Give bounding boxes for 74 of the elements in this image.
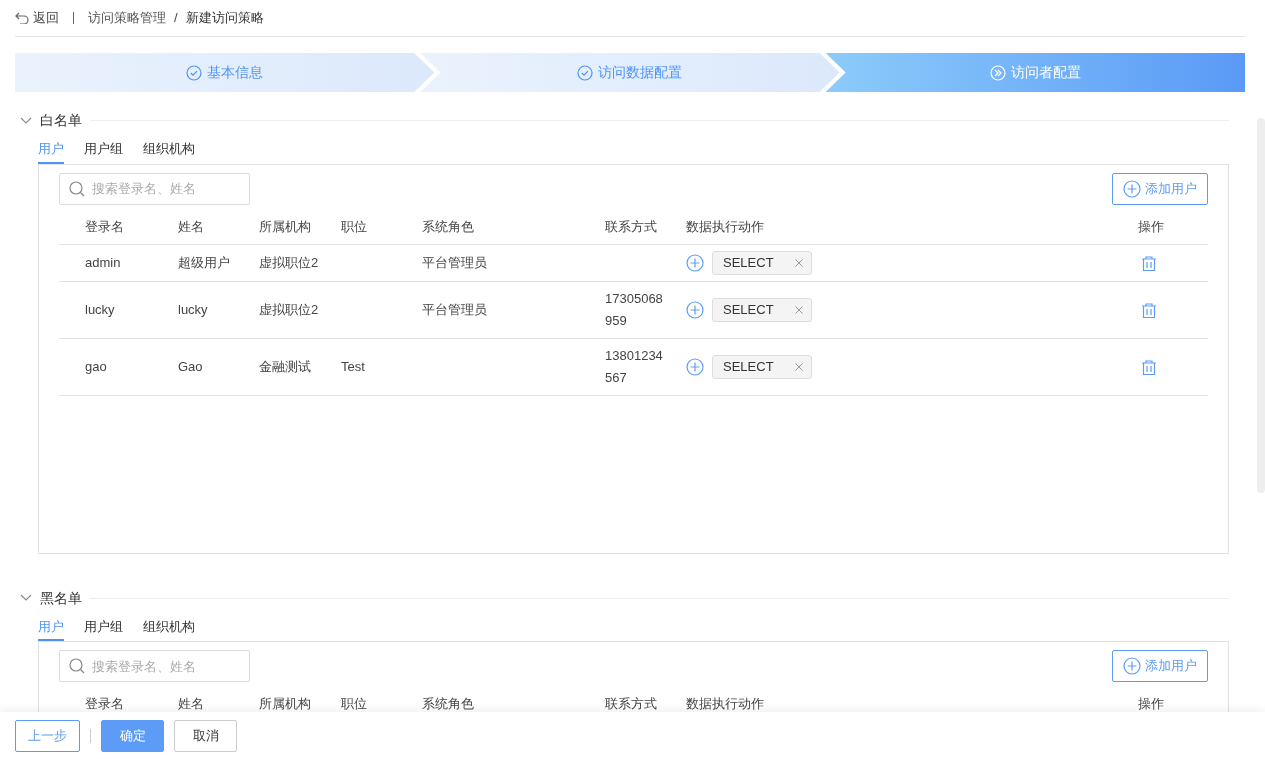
- plus-icon: [1123, 657, 1141, 675]
- step[interactable]: 访问数据配置: [420, 53, 840, 92]
- table-cell: lucky: [178, 302, 208, 317]
- check-icon: [186, 64, 203, 81]
- column-header: 姓名: [178, 696, 204, 711]
- back-link[interactable]: 返回: [15, 8, 59, 28]
- breadcrumb-item: 新建访问策略: [185, 9, 264, 28]
- tab[interactable]: 用户组: [84, 612, 123, 641]
- column-header: 联系方式: [605, 218, 657, 234]
- search-icon: [69, 658, 85, 674]
- column-header: 操作: [1138, 696, 1164, 711]
- column-header: 系统角色: [422, 218, 474, 234]
- tab[interactable]: 用户组: [84, 135, 123, 164]
- table-cell: 超级用户: [178, 255, 230, 270]
- breadcrumb-item[interactable]: 访问策略管理: [88, 8, 166, 28]
- column-header: 所属机构: [259, 696, 311, 711]
- trash-icon[interactable]: [1140, 301, 1158, 320]
- breadcrumb-separator: /: [174, 9, 178, 28]
- action-tag: SELECT: [712, 251, 812, 275]
- phone-number: 13801234567: [605, 347, 664, 387]
- double-chevron-icon: [989, 64, 1006, 81]
- close-icon[interactable]: [795, 259, 803, 267]
- column-header: 姓名: [178, 218, 204, 234]
- close-icon[interactable]: [795, 306, 803, 314]
- chevron-down-icon[interactable]: [20, 594, 32, 602]
- table-cell: gao: [85, 359, 107, 374]
- table-cell: Test: [341, 359, 365, 374]
- tab[interactable]: 组织机构: [143, 135, 195, 164]
- section-title: 白名单: [40, 111, 82, 130]
- action-tag: SELECT: [712, 298, 812, 322]
- column-header: 职位: [341, 696, 367, 711]
- add-action-icon[interactable]: [686, 301, 704, 319]
- column-header: 职位: [341, 218, 367, 234]
- column-header: 系统角色: [422, 696, 474, 711]
- footer-button[interactable]: 确定: [101, 719, 164, 752]
- action-tag: SELECT: [712, 355, 812, 379]
- add-user-button[interactable]: 添加用户: [1112, 172, 1208, 205]
- footer-button[interactable]: 取消: [174, 719, 237, 752]
- table-cell: admin: [85, 255, 121, 270]
- column-header: 联系方式: [605, 696, 657, 711]
- plus-icon: [1123, 179, 1141, 198]
- section-title: 黑名单: [40, 588, 82, 608]
- tab[interactable]: 用户: [38, 612, 64, 641]
- column-header: 所属机构: [259, 218, 311, 234]
- trash-icon[interactable]: [1140, 358, 1158, 377]
- table-cell: 金融测试: [259, 359, 311, 374]
- table-cell: 虚拟职位2: [259, 302, 319, 317]
- close-icon[interactable]: [795, 363, 803, 371]
- step[interactable]: 访问者配置: [825, 53, 1245, 92]
- add-user-button[interactable]: 添加用户: [1112, 650, 1208, 682]
- step[interactable]: 基本信息: [15, 53, 435, 92]
- column-header: 数据执行动作: [686, 696, 764, 711]
- trash-icon[interactable]: [1140, 254, 1158, 273]
- search-icon: [69, 180, 85, 197]
- search-field[interactable]: 搜索登录名、姓名: [59, 650, 250, 682]
- column-header: 操作: [1138, 218, 1164, 234]
- table-cell: 虚拟职位2: [259, 255, 319, 270]
- footer-button[interactable]: 上一步: [15, 719, 80, 752]
- tab[interactable]: 组织机构: [143, 612, 195, 641]
- table-cell: 平台管理员: [422, 255, 487, 270]
- table-cell: Gao: [178, 359, 203, 374]
- search-field[interactable]: 搜索登录名、姓名: [59, 172, 250, 205]
- phone-number: 17305068959: [605, 290, 664, 330]
- chevron-down-icon[interactable]: [20, 116, 32, 125]
- column-header: 登录名: [85, 218, 124, 234]
- tab[interactable]: 用户: [38, 135, 64, 164]
- check-icon: [577, 64, 594, 81]
- column-header: 登录名: [85, 696, 124, 711]
- back-icon: [15, 12, 29, 24]
- table-cell: 平台管理员: [422, 302, 487, 317]
- add-action-icon[interactable]: [686, 254, 704, 272]
- table-cell: lucky: [85, 302, 115, 317]
- column-header: 数据执行动作: [686, 218, 764, 234]
- add-action-icon[interactable]: [686, 358, 704, 376]
